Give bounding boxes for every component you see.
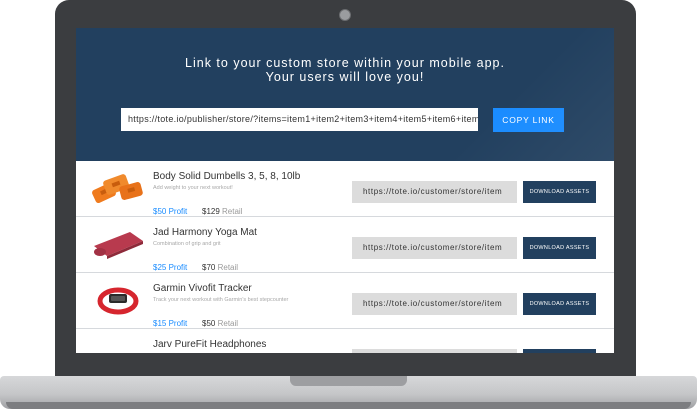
product-url-field[interactable]: https://tote.io/customer/store/item	[352, 237, 517, 259]
product-name: Jarv PureFit Headphones	[153, 339, 267, 350]
product-list: Body Solid Dumbells 3, 5, 8, 10lb Add we…	[76, 161, 614, 353]
product-profit: $15 Profit	[153, 319, 188, 328]
download-assets-button[interactable]: DOWNLOAD ASSETS	[523, 293, 596, 315]
product-retail-label: Retail	[222, 207, 243, 216]
product-url-field[interactable]: https://tote.io/customer/store/item	[352, 181, 517, 203]
product-price-value: $50	[202, 319, 216, 328]
download-assets-button[interactable]	[523, 349, 596, 353]
product-profit: $50 Profit	[153, 207, 188, 216]
product-profit: $25 Profit	[153, 263, 188, 272]
product-url-field[interactable]	[352, 349, 517, 353]
hero-headline: Link to your custom store within your mo…	[76, 56, 614, 84]
product-row: Garmin Vivofit Tracker Track your next w…	[76, 273, 614, 329]
copy-link-button[interactable]: COPY LINK	[493, 108, 564, 132]
product-price: $50 Retail	[202, 319, 238, 328]
product-description: Add weight to your next workout!	[153, 185, 233, 191]
product-price: $70 Retail	[202, 263, 238, 272]
product-url-field[interactable]: https://tote.io/customer/store/item	[352, 293, 517, 315]
product-name: Body Solid Dumbells 3, 5, 8, 10lb	[153, 171, 301, 182]
product-retail-label: Retail	[217, 263, 239, 272]
product-name: Jad Harmony Yoga Mat	[153, 227, 257, 238]
laptop-base-edge	[6, 402, 691, 409]
download-assets-button[interactable]: DOWNLOAD ASSETS	[523, 181, 596, 203]
product-name: Garmin Vivofit Tracker	[153, 283, 252, 294]
yoga-mat-image	[94, 232, 143, 259]
product-row: Jarv PureFit Headphones	[76, 329, 614, 353]
store-link-input[interactable]: https://tote.io/publisher/store/?items=i…	[121, 108, 478, 131]
product-price: $129 Retail	[202, 207, 242, 216]
laptop-trackpad-notch	[290, 376, 407, 386]
fitness-tracker-image	[97, 287, 139, 315]
product-price-value: $129	[202, 207, 220, 216]
product-description: Combination of grip and grit	[153, 241, 221, 247]
laptop-screen: Link to your custom store within your mo…	[76, 28, 614, 353]
product-price-value: $70	[202, 263, 216, 272]
hero-banner: Link to your custom store within your mo…	[76, 28, 614, 161]
hero-headline-line1: Link to your custom store within your mo…	[185, 56, 505, 70]
download-assets-button[interactable]: DOWNLOAD ASSETS	[523, 237, 596, 259]
headphones-image	[90, 336, 146, 353]
product-row: Body Solid Dumbells 3, 5, 8, 10lb Add we…	[76, 161, 614, 217]
product-description: Track your next workout with Garmin's be…	[153, 297, 289, 303]
orange-dumbbells-image	[92, 174, 143, 204]
webcam-icon	[339, 9, 351, 21]
product-retail-label: Retail	[217, 319, 239, 328]
hero-headline-line2: Your users will love you!	[265, 70, 425, 84]
product-row: Jad Harmony Yoga Mat Combination of grip…	[76, 217, 614, 273]
